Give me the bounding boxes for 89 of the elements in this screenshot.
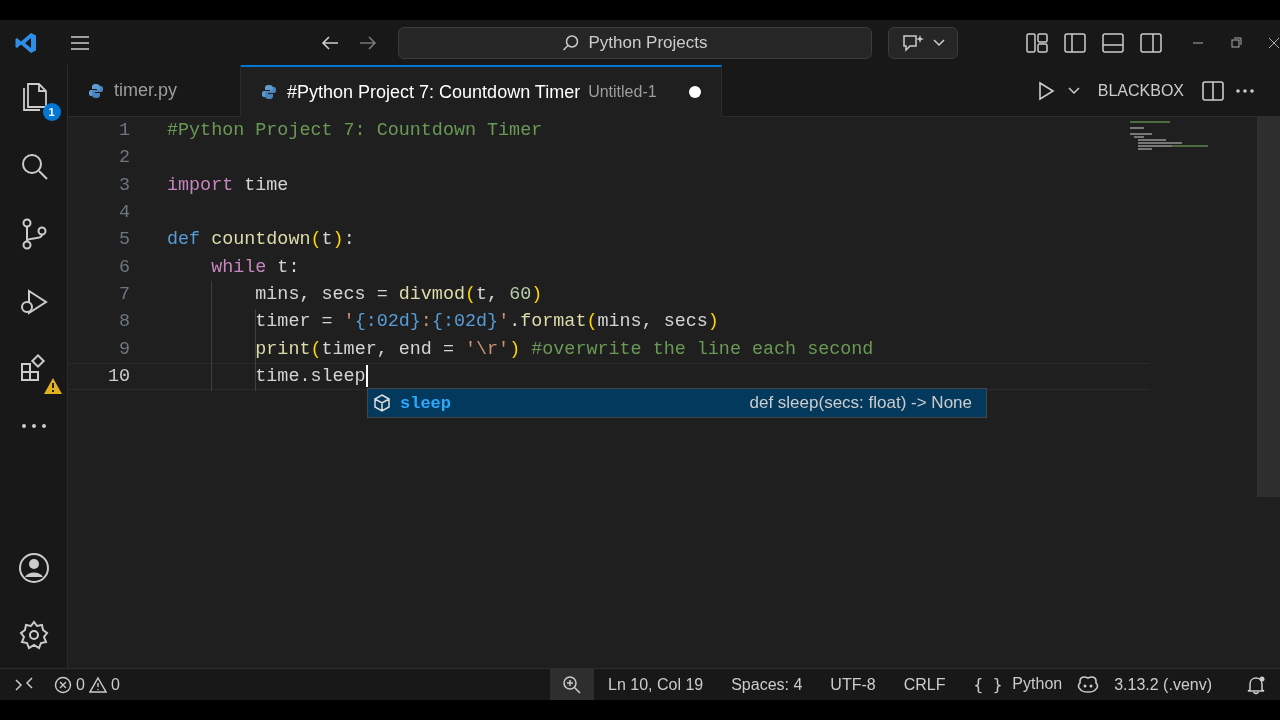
account-icon[interactable] [17,552,50,584]
code-token: ) [707,311,719,333]
code-token: ( [310,229,322,251]
caret-icon [933,38,945,47]
more-actions-icon[interactable] [1236,88,1254,93]
secondary-sidebar-icon[interactable] [1140,32,1162,53]
problems-indicator[interactable]: 0 0 [54,675,120,694]
chat-button[interactable] [888,26,958,59]
layout-icon[interactable] [1026,32,1048,53]
code-token: : [343,229,355,251]
code-token: 60 [509,283,532,305]
code-token: {:02d} [354,311,421,333]
code-token: '\r' [465,338,510,360]
chat-sparkle-icon [901,32,925,53]
method-icon [372,393,392,414]
code-token: ) [332,229,344,251]
code-token: ( [586,311,598,333]
code-token: ' [343,311,355,333]
code-token: mins, secs = [254,283,389,305]
blackbox-button[interactable]: BLACKBOX [1097,81,1184,100]
code-token: timer, end = [321,338,455,360]
python-file-icon [88,82,104,99]
close-icon[interactable] [1268,36,1280,49]
copilot-icon[interactable] [1076,674,1101,695]
line-number: 4 [117,202,130,224]
code-token: import [167,174,234,196]
code-token: ' [498,311,510,333]
line-number: 5 [117,229,130,251]
bell-icon[interactable] [1246,674,1266,695]
search-field[interactable]: Python Projects [398,26,872,59]
forward-arrow-icon[interactable] [358,34,378,51]
sidebar-toggle-icon[interactable] [1064,32,1086,53]
split-editor-icon[interactable] [1202,80,1224,101]
code-token: . [509,311,521,333]
app-logo-icon [14,30,38,55]
status-item[interactable]: UTF-8 [816,675,890,694]
line-number: 2 [117,147,130,169]
suggestion-item[interactable]: sleep def sleep(secs: float) -> None [367,388,987,419]
code-token: t, [476,283,500,305]
code-token: t [321,229,333,251]
code-token: ( [310,338,322,360]
line-number: 6 [117,256,130,278]
notification-badge: 1 [42,103,61,121]
panel-toggle-icon[interactable] [1102,32,1124,53]
code-token: #overwrite the line each second [530,338,874,360]
editor-tab[interactable]: #Python Project 7: Countdown Timer Untitled-1 [241,65,722,117]
text-cursor [365,365,368,388]
code-token: time.sleep [254,365,366,387]
more-icon[interactable] [20,423,47,429]
code-token: divmod [398,283,465,305]
status-item[interactable]: Spaces: 4 [717,675,817,694]
zoom-in-icon [562,674,582,695]
code-token: t: [276,256,300,278]
line-number: 9 [117,338,130,360]
status-item[interactable]: Ln 10, Col 19 [594,675,718,694]
zoom-button[interactable] [550,669,594,700]
back-arrow-icon[interactable] [320,34,340,51]
code-token: while [210,256,267,278]
code-token: mins, secs [597,311,708,333]
code-token: ) [509,338,521,360]
code-token: timer = [254,311,334,333]
line-number: 3 [117,174,130,196]
restore-icon[interactable] [1230,36,1242,49]
line-number: 10 [106,365,130,387]
code-token: : [420,311,432,333]
line-number: 7 [117,283,130,305]
run-debug-icon[interactable] [18,287,49,317]
dropdown-caret-icon[interactable] [1067,86,1080,95]
code-token: print [254,338,311,360]
code-token: countdown [210,229,311,251]
python-file-icon [261,84,277,100]
code-token: format [520,311,587,333]
warning-badge-icon [42,377,63,395]
code-token: ( [465,283,477,305]
language-button[interactable]: { } Python [959,675,1077,694]
unsaved-dot [688,86,701,98]
line-number: 1 [117,120,130,142]
interpreter-button[interactable]: 3.13.2 (.venv) [1100,675,1226,694]
line-number: 8 [117,311,130,333]
scrollbar[interactable] [1257,117,1280,497]
settings-icon[interactable] [18,620,49,650]
code-token: #Python Project 7: Countdown Timer [167,120,543,142]
code-token: def [167,229,201,251]
code-token: time [243,174,289,196]
menu-icon[interactable] [70,34,90,51]
code-token: ) [531,283,543,305]
code-token: {:02d} [431,311,499,333]
search-icon [562,33,581,52]
status-item[interactable]: CRLF [889,675,960,694]
